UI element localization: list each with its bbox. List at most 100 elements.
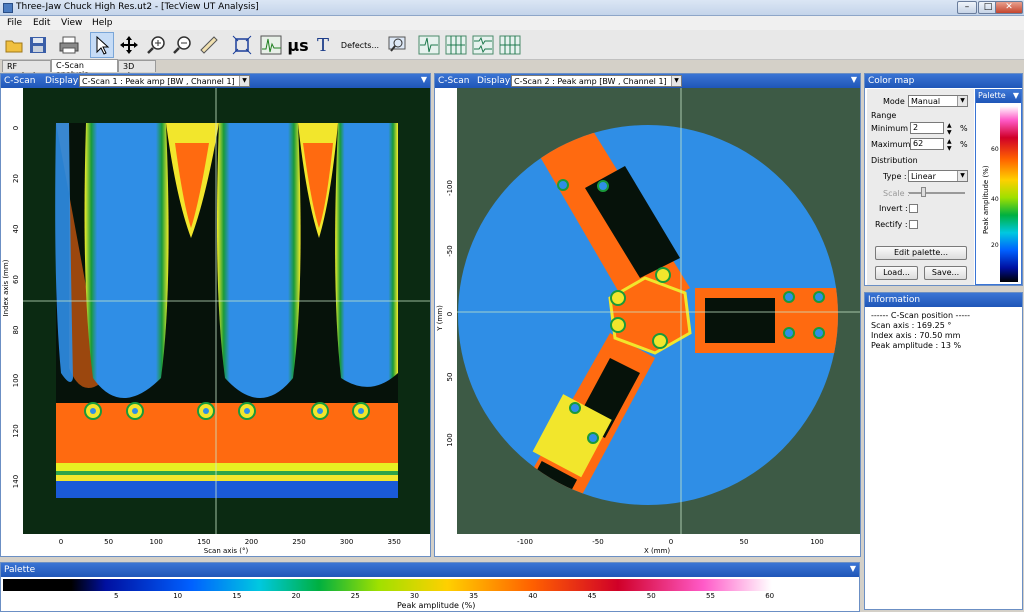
multi-ascan-button[interactable] [471,32,495,58]
chevron-down-icon: ▼ [239,76,249,86]
bottom-palette-tick: 5 [114,592,119,600]
side-tick-60: 60 [991,146,999,153]
minimum-label: Minimum : [871,124,914,133]
cscan2-y-tick: 50 [446,373,454,382]
load-button[interactable]: Load... [875,266,918,280]
colormap-title: Color map [868,76,915,86]
type-select[interactable]: Linear ▼ [908,170,968,182]
chevron-down-icon[interactable]: ▼ [1013,91,1019,100]
select-tool-button[interactable] [90,32,114,58]
save-palette-button[interactable]: Save... [924,266,967,280]
info-scan-axis: Scan axis : 169.25 ° [871,321,952,330]
edit-palette-button[interactable]: Edit palette... [875,246,967,260]
ascan-icon [418,35,440,55]
tab-rf-analysis[interactable]: RF analysis [2,60,51,80]
menu-file[interactable]: File [7,18,22,28]
jaw-region-3 [335,123,398,387]
scale-label: Scale : [883,189,910,198]
text-tool-button[interactable]: T [312,32,334,58]
menu-help[interactable]: Help [92,18,113,28]
cscan1-y-tick: 60 [12,275,20,284]
jaw-region-1 [84,123,169,398]
minimize-button[interactable]: – [957,1,977,14]
signal-view-button[interactable] [258,32,284,58]
cscan2-display-select[interactable]: C-Scan 2 : Peak amp [BW , Channel 1] ▼ [511,75,682,87]
grid-view-button[interactable] [498,32,522,58]
side-palette-gradient [1000,106,1018,282]
bottom-palette-tick: 20 [291,592,301,600]
cscan1-y-tick: 100 [12,374,20,387]
menu-edit[interactable]: Edit [33,18,50,28]
print-button[interactable] [57,32,81,58]
cscan2-plot[interactable]: -100 -50 0 50 100 -100 -50 0 50 100 X (mm) Y (mm) [435,88,860,556]
chevron-down-icon: ▼ [957,171,967,181]
measure-button[interactable] [197,32,221,58]
fit-frame-icon [232,35,252,55]
ascan-view-button[interactable] [417,32,441,58]
cscan1-x-tick: 0 [59,538,63,546]
printer-icon [59,36,79,54]
menu-view[interactable]: View [61,18,82,28]
bottom-palette-tick: 45 [587,592,597,600]
cscan1-panel: C-Scan Display : C-Scan 1 : Peak amp [BW… [0,73,431,557]
minimum-unit: % [960,124,968,133]
bottom-palette-panel: Palette ▼ 5 10 15 20 25 30 35 40 45 50 55 60 Peak a… [0,562,860,612]
cscan2-x-tick: -100 [517,538,533,546]
information-header: Information [865,293,1022,307]
cscan2-x-tick: 100 [810,538,823,546]
zoom-out-button[interactable] [170,32,194,58]
invert-label: Invert : [879,204,908,213]
panel-menu-icon[interactable]: ▼ [850,564,856,573]
zoom-in-icon [147,36,165,54]
information-panel: Information ------ C-Scan position -----… [864,292,1023,610]
zoom-window-button[interactable] [385,32,409,58]
colormap-controls: Mode : Manual ▼ Range Minimum : 2 ▲ ▼ % Ma… [867,89,974,285]
info-peak-amplitude: Peak amplitude : 13 % [871,341,962,350]
save-button[interactable] [27,32,49,58]
maximum-spinner[interactable]: ▲ ▼ [947,138,952,152]
time-unit-button[interactable]: µs [287,32,309,58]
cscan2-y-tick: 0 [446,312,454,316]
bottom-palette-tick: 35 [469,592,479,600]
cscan2-display-value: C-Scan 2 : Peak amp [BW , Channel 1] [514,77,667,86]
bscan-icon [445,35,467,55]
scale-slider-thumb[interactable] [921,187,926,197]
cscan1-x-tick: 350 [388,538,401,546]
mode-label: Mode : [883,97,911,106]
bscan-view-button[interactable] [444,32,468,58]
panel-menu-icon[interactable]: ▼ [421,75,427,84]
tab-3d-view[interactable]: 3D view [118,60,156,80]
cscan1-display-select[interactable]: C-Scan 1 : Peak amp [BW , Channel 1] ▼ [79,75,250,87]
cscan1-ylabel: Index axis (mm) [2,259,10,316]
move-arrows-icon [120,36,138,54]
fit-view-button[interactable] [230,32,254,58]
close-button[interactable]: ✕ [995,1,1023,14]
window-title: Three-Jaw Chuck High Res.ut2 - [TecView … [16,2,259,12]
cscan1-y-tick: 140 [12,475,20,488]
cscan2-y-tick: 100 [446,433,454,446]
minimum-spinner[interactable]: ▲ ▼ [947,122,952,136]
cscan1-x-tick: 150 [197,538,210,546]
invert-checkbox[interactable] [909,204,918,213]
cscan1-y-tick: 20 [12,174,20,183]
tab-cscan-analysis[interactable]: C-Scan analysis [51,59,118,79]
pan-tool-button[interactable] [117,32,141,58]
cscan2-ylabel: Y (mm) [436,305,444,332]
panel-menu-icon[interactable]: ▼ [851,75,857,84]
scale-slider-track [909,192,965,194]
mode-select[interactable]: Manual ▼ [908,95,968,107]
zoom-in-button[interactable] [144,32,168,58]
side-palette: Palette ▼ 60 40 20 Peak amplitude (%) [975,89,1022,285]
colormap-header: Color map [865,74,1022,88]
bottom-palette-axis-label: Peak amplitude (%) [397,601,476,610]
open-file-button[interactable] [3,32,25,58]
minimum-input[interactable]: 2 [910,122,944,134]
cscan2-header: C-Scan Display : C-Scan 2 : Peak amp [BW… [435,74,860,88]
cscan1-plot[interactable]: 0 50 100 150 200 250 300 350020406080100120140 … [1,88,430,556]
type-label: Type : [883,172,907,181]
multi-wave-icon [472,35,494,55]
rectify-checkbox[interactable] [909,220,918,229]
defects-button[interactable]: Defects... [338,32,382,58]
cursor-arrow-icon [96,35,110,55]
maximum-input[interactable]: 62 [910,138,944,150]
